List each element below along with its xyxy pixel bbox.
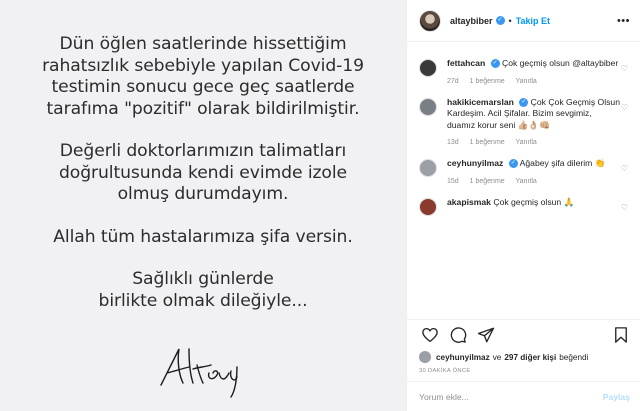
heart-icon[interactable]: ♡ xyxy=(621,203,628,212)
liker-avatar[interactable] xyxy=(419,351,431,363)
post-text-paragraph-3: Allah tüm hastalarımıza şifa versin. xyxy=(53,226,353,247)
commenter-username[interactable]: ceyhunyilmaz xyxy=(447,158,503,168)
verified-badge-icon: ✓ xyxy=(519,97,529,107)
author-username[interactable]: altaybiber xyxy=(450,16,493,26)
comment-item: hakikicemarslan ✓ Çok Çok Geçmiş Olsun K… xyxy=(419,97,628,146)
commenter-username[interactable]: hakikicemarslan xyxy=(447,97,514,107)
reply-button[interactable]: Yanıtla xyxy=(516,178,537,185)
comment-item: fettahcan ✓ Çok geçmiş olsun @altaybiber… xyxy=(419,58,628,85)
comment-likes-count[interactable]: 1 beğenme xyxy=(470,139,505,146)
likes-others-link[interactable]: 297 diğer kişi xyxy=(504,353,556,362)
commenter-avatar[interactable] xyxy=(419,197,437,216)
author-avatar[interactable] xyxy=(419,9,441,32)
comment-content: Çok geçmiş olsun @altaybiber xyxy=(501,58,619,68)
comment-content: Ağabey şifa dilerim 👏 xyxy=(519,158,606,168)
comment-item: akapismak Çok geçmiş olsun 🙏 ♡ xyxy=(419,197,628,216)
commenter-avatar[interactable] xyxy=(419,159,437,177)
comment-meta: 27d 1 beğenme Yanıtla xyxy=(447,78,622,85)
post-image[interactable]: Dün öğlen saatlerinde hissettiğim rahats… xyxy=(0,0,407,411)
post-actions-bar xyxy=(407,319,640,349)
liker-username[interactable]: ceyhunyilmaz xyxy=(436,353,490,362)
post-side-panel: altaybiber ✓ • Takip Et ••• fettahcan ✓ … xyxy=(407,0,640,411)
comment-text: ceyhunyilmaz ✓ Ağabey şifa dilerim 👏 xyxy=(447,158,622,170)
comment-meta: 15d 1 beğenme Yanıtla xyxy=(447,178,622,185)
bookmark-icon[interactable] xyxy=(612,326,630,344)
comment-text: fettahcan ✓ Çok geçmiş olsun @altaybiber xyxy=(447,58,622,70)
verified-badge-icon: ✓ xyxy=(508,159,518,169)
post-text-paragraph-2: Değerli doktorlarımızın talimatları doğr… xyxy=(59,141,347,204)
more-horizontal-icon[interactable]: ••• xyxy=(617,15,630,27)
comment-likes-count[interactable]: 1 beğenme xyxy=(470,178,505,185)
heart-icon[interactable]: ♡ xyxy=(621,103,628,112)
comment-item: ceyhunyilmaz ✓ Ağabey şifa dilerim 👏 15d… xyxy=(419,158,628,185)
comment-input-bar: Yorum ekle... Paylaş xyxy=(407,381,640,411)
heart-icon[interactable]: ♡ xyxy=(621,64,628,73)
signature-image xyxy=(160,348,238,398)
comment-text: hakikicemarslan ✓ Çok Çok Geçmiş Olsun K… xyxy=(447,97,622,132)
comment-age: 13d xyxy=(447,139,459,146)
post-text-paragraph-4: Sağlıklı günlerde birlikte olmak dileğiy… xyxy=(98,269,308,311)
comment-likes-count[interactable]: 1 beğenme xyxy=(470,78,505,85)
verified-badge-icon: ✓ xyxy=(495,16,505,25)
separator-dot: • xyxy=(508,15,512,26)
comment-text: akapismak Çok geçmiş olsun 🙏 xyxy=(447,197,622,209)
verified-badge-icon: ✓ xyxy=(490,59,500,69)
comment-meta: 13d 1 beğenme Yanıtla xyxy=(447,139,622,146)
comment-age: 27d xyxy=(447,77,459,85)
like-heart-icon[interactable] xyxy=(421,326,439,344)
commenter-avatar[interactable] xyxy=(419,59,437,77)
commenter-username[interactable]: fettahcan xyxy=(447,58,485,68)
comment-bubble-icon[interactable] xyxy=(449,326,467,344)
commenter-avatar[interactable] xyxy=(419,97,437,116)
likes-suffix: beğendi xyxy=(559,352,589,362)
post-header: altaybiber ✓ • Takip Et ••• xyxy=(407,0,640,42)
comment-input[interactable]: Yorum ekle... xyxy=(419,392,469,402)
share-send-icon[interactable] xyxy=(477,326,495,344)
comment-content: Çok geçmiş olsun 🙏 xyxy=(493,196,575,207)
follow-button[interactable]: Takip Et xyxy=(516,16,550,26)
reply-button[interactable]: Yanıtla xyxy=(516,139,537,146)
commenter-username[interactable]: akapismak xyxy=(447,197,491,207)
post-timestamp[interactable]: 30 DAKİKA ÖNCE xyxy=(407,365,640,381)
post-comment-button[interactable]: Paylaş xyxy=(603,392,630,402)
comments-list[interactable]: fettahcan ✓ Çok geçmiş olsun @altaybiber… xyxy=(407,42,640,319)
post-text-paragraph-1: Dün öğlen saatlerinde hissettiğim rahats… xyxy=(42,34,364,119)
likes-connector: ve xyxy=(492,352,502,362)
comment-age: 15d xyxy=(447,177,459,185)
reply-button[interactable]: Yanıtla xyxy=(516,78,537,85)
heart-icon[interactable]: ♡ xyxy=(621,164,628,173)
likes-summary: ceyhunyilmaz ve 297 diğer kişi beğendi xyxy=(407,349,640,365)
instagram-post-view: Dün öğlen saatlerinde hissettiğim rahats… xyxy=(0,0,640,411)
